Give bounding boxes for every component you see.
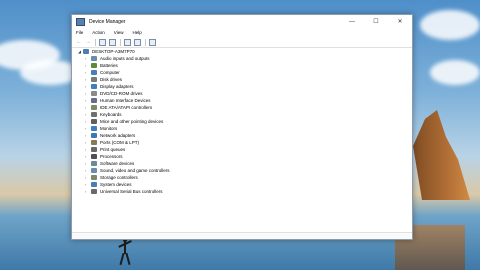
window-title: Device Manager <box>89 18 126 25</box>
tree-item[interactable]: › Keyboards <box>78 111 170 118</box>
tree-item[interactable]: › IDE ATA/ATAPI controllers <box>78 104 170 111</box>
tree-item-label: Mice and other pointing devices <box>100 119 164 124</box>
usb-icon <box>91 189 97 194</box>
tree-item-label: Ports (COM & LPT) <box>100 140 140 145</box>
tree-root-label: DESKTOP-A3M7P70 <box>92 49 135 54</box>
tree-root[interactable]: ◢ DESKTOP-A3M7P70 <box>78 48 170 55</box>
keyboard-icon <box>91 112 97 117</box>
tree-item-label: IDE ATA/ATAPI controllers <box>100 105 153 110</box>
action-pane-icon[interactable] <box>134 38 141 46</box>
device-manager-icon <box>76 17 85 26</box>
status-bar <box>72 232 412 239</box>
tree-item[interactable]: › Storage controllers <box>78 174 170 181</box>
tree-item-label: System devices <box>100 182 132 187</box>
menu-view[interactable]: View <box>114 30 124 35</box>
tree-item-label: DVD/CD-ROM drives <box>100 91 143 96</box>
sound-icon <box>91 168 97 173</box>
monitor-icon <box>91 126 97 131</box>
device-manager-window: Device Manager — ☐ ✕ File Action View He… <box>71 14 413 240</box>
tree-item[interactable]: › Network adapters <box>78 132 170 139</box>
tree-item[interactable]: › Processors <box>78 153 170 160</box>
tree-item[interactable]: › Audio inputs and outputs <box>78 55 170 62</box>
back-arrow-icon[interactable]: ← <box>76 39 82 45</box>
tree-item[interactable]: › Software devices <box>78 160 170 167</box>
system-device-icon <box>91 182 97 187</box>
tree-item-label: Human Interface Devices <box>100 98 151 103</box>
tree-item-label: Storage controllers <box>100 175 138 180</box>
toolbar-divider <box>95 38 96 46</box>
tree-item-label: Display adapters <box>100 84 134 89</box>
properties-icon[interactable] <box>109 38 116 46</box>
tree-item-label: Sound, video and game controllers <box>100 168 170 173</box>
tree-item-label: Keyboards <box>100 112 122 117</box>
title-bar[interactable]: Device Manager — ☐ ✕ <box>72 15 412 28</box>
monitor-icon <box>91 84 97 89</box>
disk-icon <box>91 77 97 82</box>
tree-item-label: Network adapters <box>100 133 136 138</box>
device-tree: ◢ DESKTOP-A3M7P70 › Audio inputs and outp… <box>78 48 170 195</box>
ide-icon <box>91 105 97 110</box>
tree-item[interactable]: › Human Interface Devices <box>78 97 170 104</box>
show-hide-console-tree-icon[interactable] <box>99 38 106 46</box>
person-silhouette <box>115 238 135 268</box>
forward-arrow-icon[interactable]: → <box>85 39 91 45</box>
tree-item[interactable]: › Sound, video and game controllers <box>78 167 170 174</box>
tree-item-label: Audio inputs and outputs <box>100 56 150 61</box>
computer-icon <box>83 49 89 54</box>
tree-item[interactable]: › Display adapters <box>78 83 170 90</box>
tree-item-label: Monitors <box>100 126 118 131</box>
processor-icon <box>91 154 97 159</box>
tree-item-label: Software devices <box>100 161 135 166</box>
cloud <box>420 10 480 40</box>
tree-item-label: Batteries <box>100 63 118 68</box>
hid-icon <box>91 98 97 103</box>
tree-item-label: Computer <box>100 70 120 75</box>
tree-item[interactable]: › System devices <box>78 181 170 188</box>
help-icon[interactable] <box>124 38 131 46</box>
menu-action[interactable]: Action <box>92 30 105 35</box>
toolbar: ← → <box>72 37 412 48</box>
mouse-icon <box>91 119 97 124</box>
tree-item[interactable]: › Computer <box>78 69 170 76</box>
tree-item[interactable]: › Print queues <box>78 146 170 153</box>
menu-help[interactable]: Help <box>132 30 141 35</box>
tree-item[interactable]: › DVD/CD-ROM drives <box>78 90 170 97</box>
port-icon <box>91 140 97 145</box>
tree-item[interactable]: › Mice and other pointing devices <box>78 118 170 125</box>
monitor-icon[interactable] <box>149 38 156 46</box>
toolbar-divider <box>145 38 146 46</box>
minimize-button[interactable]: — <box>340 15 364 28</box>
printer-icon <box>91 147 97 152</box>
close-button[interactable]: ✕ <box>388 15 412 28</box>
tree-item[interactable]: › Disk drives <box>78 76 170 83</box>
rock-formation <box>413 110 470 200</box>
tree-item[interactable]: › Ports (COM & LPT) <box>78 139 170 146</box>
menu-file[interactable]: File <box>76 30 83 35</box>
network-icon <box>91 133 97 138</box>
maximize-button[interactable]: ☐ <box>364 15 388 28</box>
tree-item-label: Processors <box>100 154 123 159</box>
tree-item-label: Print queues <box>100 147 126 152</box>
tree-item[interactable]: › Batteries <box>78 62 170 69</box>
toolbar-divider <box>120 38 121 46</box>
computer-icon <box>91 70 97 75</box>
tree-item-label: Disk drives <box>100 77 123 82</box>
speaker-icon <box>91 56 97 61</box>
software-device-icon <box>91 161 97 166</box>
cloud <box>430 60 480 85</box>
tree-item[interactable]: › Universal Serial Bus controllers <box>78 188 170 195</box>
storage-icon <box>91 175 97 180</box>
tree-item-label: Universal Serial Bus controllers <box>100 189 163 194</box>
dvd-icon <box>91 91 97 96</box>
menu-bar: File Action View Help <box>72 28 412 37</box>
tree-item[interactable]: › Monitors <box>78 125 170 132</box>
battery-icon <box>91 63 97 68</box>
